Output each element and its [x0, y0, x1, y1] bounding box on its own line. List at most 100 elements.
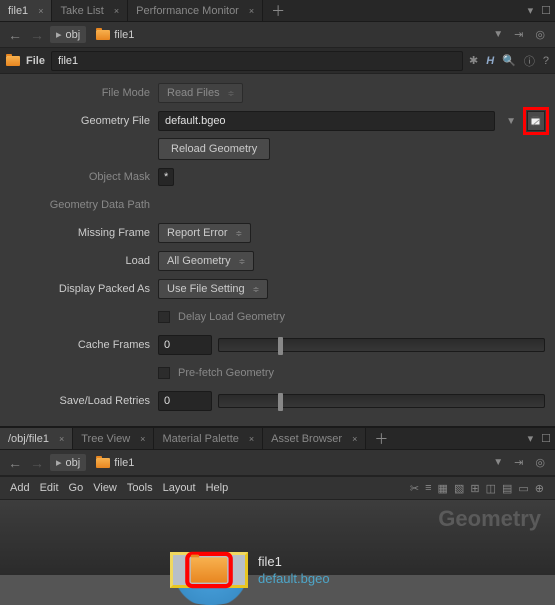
geometry-file-input[interactable]	[158, 111, 495, 131]
param-label: File Mode	[10, 87, 150, 99]
tab-asset-browser[interactable]: Asset Browser ×	[263, 428, 366, 449]
menu-tools[interactable]: Tools	[127, 482, 153, 494]
tab-label: Material Palette	[162, 433, 238, 445]
delay-load-checkbox[interactable]	[158, 311, 170, 323]
file-chooser-icon	[530, 115, 542, 127]
object-mask-input[interactable]: *	[158, 168, 174, 186]
cache-frames-slider[interactable]	[218, 338, 545, 352]
maximize-icon[interactable]: ☐	[537, 4, 555, 17]
path-node[interactable]: file1	[90, 455, 140, 471]
back-button[interactable]: ←	[6, 455, 24, 471]
parameter-panel: File Mode Read Files≑ Geometry File ▼ Re…	[0, 74, 555, 426]
display-packed-dropdown[interactable]: Use File Setting≑	[158, 279, 268, 299]
tool-grid-icon[interactable]: ▦	[437, 482, 449, 495]
maximize-icon[interactable]: ☐	[537, 432, 555, 445]
tab-material-palette[interactable]: Material Palette ×	[154, 428, 263, 449]
tab-file1[interactable]: file1 ×	[0, 0, 52, 21]
target-icon[interactable]: ◎	[531, 456, 549, 469]
menu-add[interactable]: Add	[10, 482, 30, 494]
tool-list-icon[interactable]: ≡	[424, 482, 432, 495]
checkbox-label: Delay Load Geometry	[178, 311, 285, 323]
tab-label: Asset Browser	[271, 433, 342, 445]
close-icon[interactable]: ×	[114, 6, 119, 16]
node-name-input[interactable]	[51, 51, 463, 71]
save-retries-input[interactable]	[158, 391, 212, 411]
tool-gallery-icon[interactable]: ▭	[517, 482, 529, 495]
tool-tasks-icon[interactable]: ⊞	[469, 482, 480, 495]
add-tab-button[interactable]: ＋	[263, 1, 293, 21]
close-icon[interactable]: ×	[249, 434, 254, 444]
history-dropdown[interactable]: ▼	[490, 29, 506, 40]
tool-add-icon[interactable]: ⊕	[534, 482, 545, 495]
file-presets-dropdown[interactable]: ▼	[503, 116, 519, 127]
tab-label: file1	[8, 5, 28, 17]
help-icon[interactable]: ?	[543, 55, 549, 67]
info-icon[interactable]: ⓘ	[524, 53, 535, 69]
node-type-label: File	[26, 55, 45, 67]
tool-grid2-icon[interactable]: ▧	[453, 482, 465, 495]
pane-menu-icon[interactable]: ▾	[524, 4, 538, 17]
tab-performance[interactable]: Performance Monitor ×	[128, 0, 263, 21]
tab-take-list[interactable]: Take List ×	[52, 0, 128, 21]
reload-geometry-button[interactable]: Reload Geometry	[158, 138, 270, 160]
folder-icon	[6, 56, 20, 66]
gear-icon[interactable]: ✱	[469, 54, 478, 67]
close-icon[interactable]: ×	[38, 6, 43, 16]
menu-view[interactable]: View	[93, 482, 117, 494]
node-labels: file1 default.bgeo	[258, 554, 330, 586]
close-icon[interactable]: ×	[140, 434, 145, 444]
h-icon[interactable]: H	[486, 55, 494, 67]
pane-menu-icon[interactable]: ▾	[524, 432, 538, 445]
tool-chip-icon[interactable]: ▤	[501, 482, 513, 495]
folder-icon	[96, 30, 110, 40]
network-menubar: Add Edit Go View Tools Layout Help ✂ ≡ ▦…	[0, 476, 555, 500]
missing-frame-dropdown[interactable]: Report Error≑	[158, 223, 251, 243]
file-mode-dropdown[interactable]: Read Files≑	[158, 83, 243, 103]
pin-icon[interactable]: ⇥	[510, 28, 527, 41]
folder-icon	[191, 557, 227, 582]
close-icon[interactable]: ×	[249, 6, 254, 16]
tab-label: Tree View	[81, 433, 130, 445]
menu-edit[interactable]: Edit	[40, 482, 59, 494]
menu-layout[interactable]: Layout	[163, 482, 196, 494]
search-icon[interactable]: 🔍	[502, 54, 516, 67]
tab-obj-file1[interactable]: /obj/file1 ×	[0, 428, 73, 449]
tab-label: Take List	[60, 5, 103, 17]
history-dropdown[interactable]: ▼	[490, 457, 506, 468]
tool-scissors-icon[interactable]: ✂	[409, 482, 420, 495]
tab-tree-view[interactable]: Tree View ×	[73, 428, 154, 449]
param-label: Display Packed As	[10, 283, 150, 295]
checkbox-label: Pre-fetch Geometry	[178, 367, 274, 379]
load-dropdown[interactable]: All Geometry≑	[158, 251, 254, 271]
tab-label: /obj/file1	[8, 433, 49, 445]
close-icon[interactable]: ×	[352, 434, 357, 444]
bottom-tabstrip: /obj/file1 × Tree View × Material Palett…	[0, 428, 555, 450]
back-button[interactable]: ←	[6, 27, 24, 43]
param-label: Geometry File	[10, 115, 150, 127]
menu-go[interactable]: Go	[69, 482, 84, 494]
path-obj[interactable]: ▸ obj	[50, 454, 86, 471]
network-view[interactable]: Geometry file1 default.bgeo	[0, 500, 555, 575]
menu-help[interactable]: Help	[206, 482, 229, 494]
param-label: Geometry Data Path	[10, 199, 150, 211]
tool-palette-icon[interactable]: ◫	[485, 482, 497, 495]
file-browser-button[interactable]	[527, 111, 545, 131]
close-icon[interactable]: ×	[59, 434, 64, 444]
cache-frames-input[interactable]	[158, 335, 212, 355]
folder-icon	[96, 458, 110, 468]
add-tab-button[interactable]: ＋	[366, 429, 396, 449]
path-label: obj	[66, 29, 81, 41]
param-label: Cache Frames	[10, 339, 150, 351]
node-body[interactable]	[170, 552, 248, 588]
path-node[interactable]: file1	[90, 27, 140, 43]
forward-button[interactable]: →	[28, 27, 46, 43]
prefetch-checkbox[interactable]	[158, 367, 170, 379]
top-tabstrip: file1 × Take List × Performance Monitor …	[0, 0, 555, 22]
path-obj[interactable]: ▸ obj	[50, 26, 86, 43]
save-retries-slider[interactable]	[218, 394, 545, 408]
network-node[interactable]: file1 default.bgeo	[170, 552, 330, 588]
forward-button[interactable]: →	[28, 455, 46, 471]
pin-icon[interactable]: ⇥	[510, 456, 527, 469]
target-icon[interactable]: ◎	[531, 28, 549, 41]
network-path-toolbar: ← → ▸ obj file1 ▼ ⇥ ◎	[0, 450, 555, 476]
